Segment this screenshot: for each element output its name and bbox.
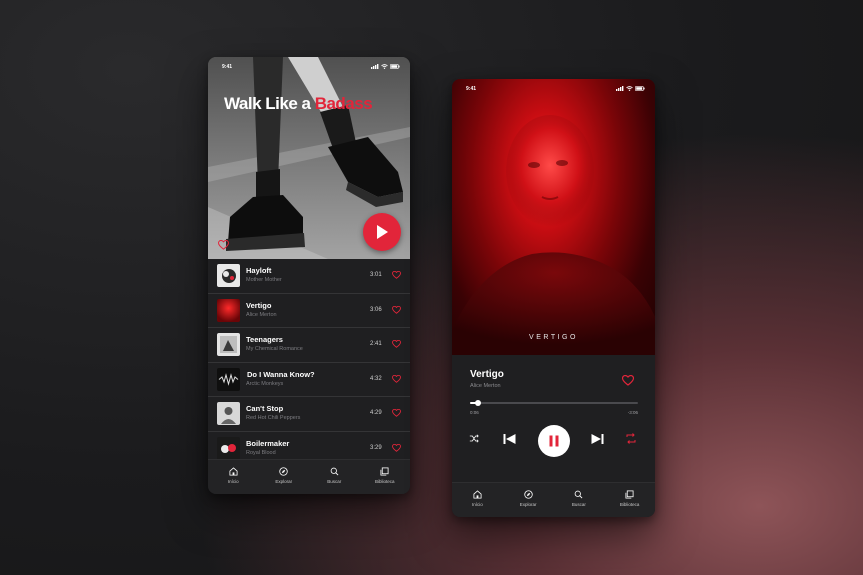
heart-icon [621,374,635,386]
status-bar: 9:41 [452,79,655,99]
playback-controls [452,425,655,457]
favorite-playlist-button[interactable] [217,237,230,255]
pause-icon [549,435,559,447]
playlist-cover: Walk Like a Badass [208,57,410,259]
home-icon [473,490,482,499]
track-row[interactable]: Vertigo Alice Merton 3:06 [208,294,410,328]
tab-bar: Início Explorar Buscar Biblioteca [208,459,410,494]
track-duration: 4:29 [370,410,382,416]
library-icon [380,467,389,476]
status-time: 9:41 [466,86,477,92]
track-duration: 4:32 [370,375,382,382]
album-art: VERTIGO [452,79,655,355]
heart-icon[interactable] [392,340,401,348]
wifi-icon [381,64,388,69]
shuffle-button[interactable] [469,434,479,443]
track-artist: Arctic Monkeys [246,380,284,387]
pause-button[interactable] [538,425,570,457]
heart-icon [217,239,230,250]
track-row[interactable]: Do I Wanna Know? Arctic Monkeys 4:32 [208,363,410,397]
signal-icon [371,64,379,69]
next-button[interactable] [591,433,604,445]
track-artist: Alice Merton [246,311,277,318]
skip-next-icon [591,434,604,444]
heart-icon[interactable] [392,374,401,383]
wifi-icon [626,86,633,91]
tab-library[interactable]: Biblioteca [362,460,407,494]
portrait-photo [452,115,655,355]
track-artist: Royal Blood [246,449,276,456]
track-duration: 2:41 [370,341,382,347]
play-button[interactable] [363,213,401,251]
playlist-title: Walk Like a Badass [224,94,373,113]
playlist-screen: Walk Like a Badass 9:41 Hayloft Mother M… [208,57,410,494]
search-icon [330,467,339,476]
heart-icon[interactable] [392,409,401,417]
elapsed-time: 0:06 [470,410,479,415]
track-title: Vertigo [246,300,272,310]
repeat-button[interactable] [626,433,636,444]
compass-icon [523,490,533,499]
track-title: Hayloft [246,266,272,275]
now-playing-artist: Alice Merton [470,383,501,389]
status-time: 9:41 [222,64,233,70]
tab-search[interactable]: Buscar [556,483,601,517]
tab-home[interactable]: Início [211,460,256,494]
album-thumbnail [217,436,240,460]
track-title: Boilermaker [246,438,290,448]
battery-icon [390,64,400,69]
track-row[interactable]: Teenagers My Chemical Romance 2:41 [208,328,410,363]
heart-icon[interactable] [392,443,401,452]
now-playing-screen: VERTIGO 9:41 Vertigo Alice Merton 0:06 -… [452,79,655,517]
heart-icon[interactable] [392,305,401,314]
track-title: Do I Wanna Know? [247,369,315,379]
track-title: Can't Stop [246,404,284,413]
track-artist: Red Hot Chili Peppers [246,415,301,421]
track-duration: 3:29 [370,444,382,451]
progress-slider[interactable] [470,400,638,406]
track-title: Teenagers [246,335,283,344]
track-duration: 3:01 [370,272,382,278]
tab-explore[interactable]: Explorar [261,460,306,494]
tab-bar: Início Explorar Buscar Biblioteca [452,482,655,517]
library-icon [625,490,634,499]
album-thumbnail [217,298,240,322]
status-bar: 9:41 [208,57,410,77]
compass-icon [279,467,288,476]
track-duration: 3:06 [370,306,382,313]
tab-home[interactable]: Início [455,483,500,517]
track-artist: My Chemical Romance [246,346,303,352]
signal-icon [616,86,624,91]
now-playing-title: Vertigo [470,369,504,380]
album-thumbnail [217,264,240,287]
tab-search[interactable]: Buscar [312,460,357,494]
album-art-title: VERTIGO [529,334,578,341]
heart-icon[interactable] [392,271,401,279]
album-thumbnail [217,402,240,425]
search-icon [575,490,583,499]
progress-knob[interactable] [475,400,482,406]
play-icon [377,225,388,239]
album-thumbnail [217,367,240,391]
favorite-track-button[interactable] [621,373,635,391]
tab-library[interactable]: Biblioteca [607,483,652,517]
shuffle-icon [469,434,479,443]
album-thumbnail [217,333,240,356]
remaining-time: -3:06 [627,410,638,415]
battery-icon [635,86,645,91]
previous-button[interactable] [503,433,516,445]
home-icon [229,467,238,476]
track-list: Hayloft Mother Mother 3:01 Vertigo Alice… [208,259,410,465]
track-row[interactable]: Can't Stop Red Hot Chili Peppers 4:29 [208,397,410,432]
skip-previous-icon [503,434,516,444]
track-artist: Mother Mother [246,277,282,283]
repeat-icon [626,433,636,444]
tab-explore[interactable]: Explorar [506,483,551,517]
track-row[interactable]: Hayloft Mother Mother 3:01 [208,259,410,294]
